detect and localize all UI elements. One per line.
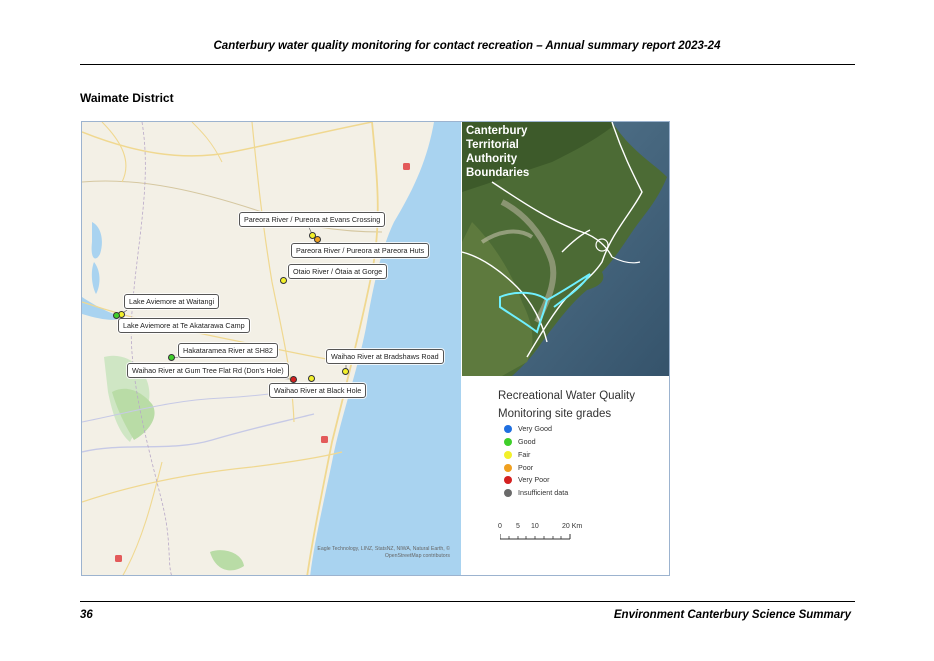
inset-title-line-3: Authority xyxy=(466,153,518,165)
site-label-evans-crossing: Pareora River / Pureora at Evans Crossin… xyxy=(239,212,386,227)
legend-title-line-1: Recreational Water Quality xyxy=(498,390,635,402)
header-rule xyxy=(80,64,855,65)
legend-item-insufficient-data: Insufficient data xyxy=(504,488,568,497)
site-marker-waihao-black-hole xyxy=(308,375,315,382)
scale-bar-ruler xyxy=(500,534,571,540)
site-label-waihao-gum-tree: Waihao River at Gum Tree Flat Rd (Don's … xyxy=(127,363,289,378)
page-number: 36 xyxy=(80,609,93,621)
site-label-hakataramea-sh82: Hakataramea River at SH82 xyxy=(178,343,278,358)
legend-item-fair: Fair xyxy=(504,450,530,459)
legend-label-insufficient-data: Insufficient data xyxy=(518,488,569,497)
legend-item-very-good: Very Good xyxy=(504,424,552,433)
site-label-aviemore-te-akatarawa: Lake Aviemore at Te Akatarawa Camp xyxy=(118,318,250,333)
site-marker-hakataramea-sh82 xyxy=(168,354,175,361)
district-map: Pareora River / Pureora at Evans Crossin… xyxy=(82,122,461,575)
legend-dot-good xyxy=(504,437,512,446)
map-legend: Recreational Water Quality Monitoring si… xyxy=(462,377,669,575)
scale-tick-0: 0 xyxy=(498,523,502,530)
map-credit: Eagle Technology, LINZ, StatsNZ, NIWA, N… xyxy=(317,546,450,559)
inset-title: Canterbury Territorial Authority Boundar… xyxy=(466,124,529,180)
site-label-otaio-gorge: Otaio River / Ōtaia at Gorge xyxy=(288,264,388,279)
scale-tick-10: 10 xyxy=(531,523,539,530)
inset-title-line-2: Territorial xyxy=(466,139,519,151)
scale-bar: 0 5 10 20 Km xyxy=(498,523,608,543)
legend-title: Recreational Water Quality Monitoring si… xyxy=(498,387,635,423)
legend-item-good: Good xyxy=(504,437,536,446)
footer-rule xyxy=(80,601,855,602)
legend-item-poor: Poor xyxy=(504,463,533,472)
legend-label-good: Good xyxy=(518,437,536,446)
legend-label-very-poor: Very Poor xyxy=(518,475,550,484)
legend-label-poor: Poor xyxy=(518,463,534,472)
site-marker-otaio-gorge xyxy=(280,277,287,284)
header-title: Canterbury water quality monitoring for … xyxy=(213,40,721,52)
site-label-waihao-bradshaws: Waihao River at Bradshaws Road xyxy=(326,349,444,364)
site-marker-pareora-huts xyxy=(314,236,321,243)
publication-title: Environment Canterbury Science Summary xyxy=(613,609,851,621)
site-label-aviemore-waitangi: Lake Aviemore at Waitangi xyxy=(124,294,220,309)
legend-label-fair: Fair xyxy=(518,450,531,459)
section-title: Waimate District xyxy=(80,91,174,105)
site-label-pareora-huts: Pareora River / Pureora at Pareora Huts xyxy=(291,243,430,258)
inset-title-line-4: Boundaries xyxy=(466,167,530,179)
legend-dot-very-poor xyxy=(504,475,512,484)
scale-tick-5: 5 xyxy=(516,523,520,530)
legend-dot-insufficient-data xyxy=(504,488,512,497)
inset-map: Canterbury Territorial Authority Boundar… xyxy=(462,122,669,376)
inset-title-line-1: Canterbury xyxy=(466,125,528,137)
site-marker-waihao-bradshaws xyxy=(342,368,349,375)
scale-tick-20: 20 Km xyxy=(562,523,583,530)
legend-dot-very-good xyxy=(504,424,512,433)
site-marker-waihao-gum-tree xyxy=(290,376,297,383)
legend-item-very-poor: Very Poor xyxy=(504,475,550,484)
map-figure: Pareora River / Pureora at Evans Crossin… xyxy=(81,121,670,576)
site-marker-aviemore-te-akatarawa xyxy=(113,312,120,319)
legend-title-line-2: Monitoring site grades xyxy=(498,408,612,420)
legend-dot-fair xyxy=(504,450,512,459)
legend-dot-poor xyxy=(504,463,512,472)
site-label-waihao-black-hole: Waihao River at Black Hole xyxy=(269,383,367,398)
legend-label-very-good: Very Good xyxy=(518,424,552,433)
